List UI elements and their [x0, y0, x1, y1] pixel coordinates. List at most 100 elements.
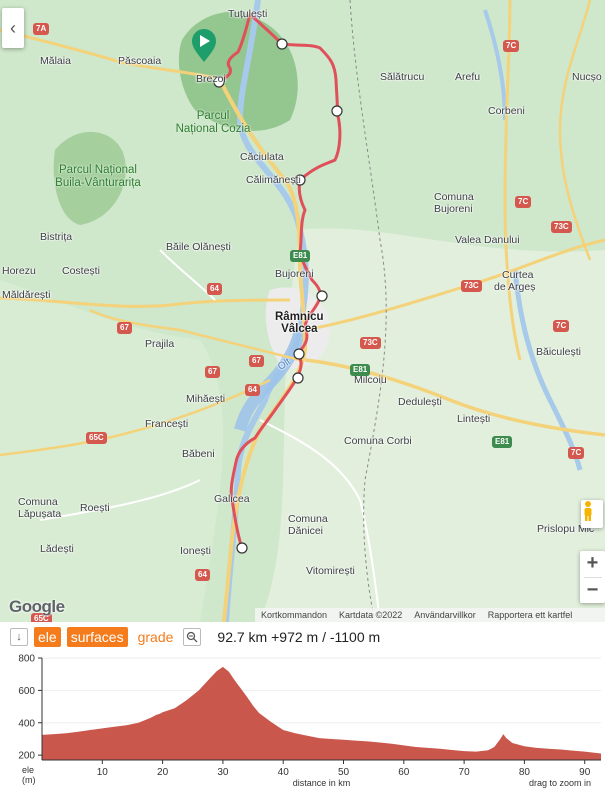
- place-label: Francești: [145, 418, 189, 430]
- keyboard-shortcuts-link[interactable]: Kortkommandon: [261, 610, 327, 620]
- place-label: Bujoreni: [434, 203, 473, 215]
- place-label: Bujoreni: [275, 268, 314, 280]
- place-label: Băiculești: [536, 346, 581, 358]
- y-tick-label: 600: [18, 686, 35, 697]
- road-shield: 73C: [551, 221, 572, 233]
- y-tick-label: 200: [18, 751, 35, 762]
- elevation-toolbar: ↓ ele surfaces grade 92.7 km +972 m / -1…: [0, 622, 605, 652]
- place-label: Măldărești: [2, 289, 51, 301]
- tab-grade[interactable]: grade: [134, 627, 178, 647]
- place-label: Curtea: [502, 269, 534, 281]
- x-tick-label: 30: [217, 767, 229, 778]
- city-label: Râmnicu Vâlcea: [275, 311, 324, 335]
- city-label-line1: Râmnicu: [275, 311, 324, 323]
- place-label: Comuna: [434, 191, 474, 203]
- place-label: Comuna Corbi: [344, 435, 412, 447]
- place-label: Băile Olănești: [166, 241, 231, 253]
- terms-link[interactable]: Användarvillkor: [414, 610, 476, 620]
- x-tick-label: 20: [157, 767, 169, 778]
- road-shield: E81: [350, 364, 371, 376]
- map-data-text: Kartdata ©2022: [339, 610, 403, 620]
- place-label: Corbeni: [488, 105, 525, 117]
- elevation-area: [42, 666, 601, 760]
- map-view[interactable]: Tuțulești Mălaia Păscoaia Brezoi Sălătrucu Ar…: [0, 0, 605, 622]
- road-shield: 64: [195, 569, 210, 581]
- place-label: Roești: [80, 502, 110, 514]
- road-shield: 73C: [461, 280, 482, 292]
- x-tick-label: 40: [278, 767, 290, 778]
- x-tick-label: 50: [338, 767, 350, 778]
- x-tick-label: 70: [459, 767, 471, 778]
- waypoint-marker[interactable]: [331, 105, 343, 117]
- place-label: Ionești: [180, 545, 211, 557]
- y-tick-label: 400: [18, 718, 35, 729]
- tab-ele[interactable]: ele: [34, 627, 61, 647]
- waypoint-marker[interactable]: [292, 372, 304, 384]
- place-label: de Argeș: [494, 281, 536, 293]
- waypoint-marker[interactable]: [293, 348, 305, 360]
- waypoint-marker[interactable]: [316, 290, 328, 302]
- place-label: Galicea: [214, 493, 250, 505]
- arrow-down-icon: ↓: [16, 631, 22, 643]
- y-tick-label: 800: [18, 654, 35, 665]
- place-label: Arefu: [455, 71, 481, 83]
- x-tick-label: 60: [398, 767, 410, 778]
- place-label: Călimănești: [246, 174, 301, 186]
- park-label: Parcul Național Buila-Vânturarița: [55, 164, 141, 189]
- place-label: Comuna: [18, 496, 58, 508]
- place-label: Păscoaia: [118, 55, 162, 67]
- collapse-chart-button[interactable]: ↓: [10, 628, 28, 646]
- zoom-controls: + −: [580, 551, 605, 603]
- magnifier-icon: [187, 631, 198, 643]
- place-label: Mălaia: [40, 55, 71, 67]
- tab-surfaces[interactable]: surfaces: [66, 627, 128, 647]
- road-shield: 73C: [360, 337, 381, 349]
- route-stats: 92.7 km +972 m / -1100 m: [217, 629, 381, 645]
- pegman-button[interactable]: [581, 500, 603, 528]
- zoom-in-button[interactable]: +: [587, 551, 599, 577]
- zoom-chart-button[interactable]: [183, 628, 202, 646]
- road-shield: 64: [207, 283, 222, 295]
- zoom-hint: drag to zoom in: [529, 778, 591, 788]
- zoom-out-button[interactable]: −: [587, 578, 599, 604]
- road-shield: 7C: [515, 196, 532, 208]
- x-axis-title: distance in km: [293, 778, 351, 788]
- road-shield: 7C: [503, 40, 520, 52]
- road-shield: 65C: [86, 432, 107, 444]
- park-label: Parcul Național Cozia: [175, 110, 251, 135]
- place-label: Băbeni: [182, 448, 215, 460]
- place-label: Lăpușata: [18, 508, 62, 520]
- place-label: Costești: [62, 265, 100, 277]
- place-label: Lădești: [40, 543, 74, 555]
- collapse-panel-button[interactable]: ‹: [2, 8, 24, 48]
- elevation-chart-svg: 200 400 600 800 10 20 30 40 50 60 70 80 90 ele(m) dist…: [18, 654, 601, 788]
- waypoint-marker[interactable]: [236, 542, 248, 554]
- road-shield: 67: [205, 366, 220, 378]
- report-error-link[interactable]: Rapportera ett kartfel: [488, 610, 573, 620]
- pegman-icon: [584, 501, 592, 521]
- place-label: Dănicei: [288, 525, 324, 537]
- place-label: Nucșo: [572, 71, 602, 83]
- road-shield: E81: [290, 250, 311, 262]
- waypoint-marker[interactable]: [276, 38, 288, 50]
- place-label: Brezoi: [196, 73, 226, 85]
- city-label-line2: Vâlcea: [281, 323, 318, 335]
- place-label: Lintești: [457, 413, 491, 425]
- place-label: Prajila: [145, 338, 175, 350]
- y-axis-title: ele: [22, 765, 34, 775]
- road-shield: 7C: [553, 320, 570, 332]
- road-shield: 67: [117, 322, 132, 334]
- x-tick-label: 80: [519, 767, 531, 778]
- place-label: Sălătrucu: [380, 71, 425, 83]
- place-label: Vitomirești: [306, 565, 355, 577]
- y-axis-title-unit: (m): [22, 775, 36, 785]
- place-label: Bistrița: [40, 231, 73, 243]
- road-shield: 7C: [568, 447, 585, 459]
- chevron-left-icon: ‹: [10, 17, 16, 38]
- place-label: Mihăești: [186, 393, 226, 405]
- road-shield: 67: [249, 355, 264, 367]
- place-label: Valea Danului: [455, 234, 520, 246]
- google-logo: Google: [9, 597, 65, 616]
- elevation-chart[interactable]: 200 400 600 800 10 20 30 40 50 60 70 80 90 ele (m) dist…: [0, 652, 605, 788]
- place-label: Căciulata: [240, 151, 284, 163]
